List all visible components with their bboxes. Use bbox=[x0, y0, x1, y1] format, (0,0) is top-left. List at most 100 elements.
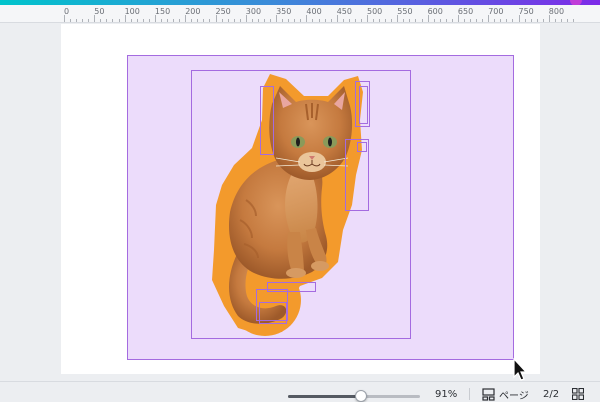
ruler-label: 250 bbox=[215, 7, 231, 16]
ruler-tick bbox=[191, 19, 193, 22]
ruler-tick bbox=[476, 19, 478, 22]
ruler-tick bbox=[536, 19, 538, 22]
zoom-slider-knob[interactable] bbox=[354, 390, 367, 402]
ruler-tick bbox=[324, 19, 326, 22]
ruler-tick bbox=[336, 15, 338, 22]
ruler-tick bbox=[167, 19, 169, 22]
ruler-label: 750 bbox=[518, 7, 534, 16]
pages-icon bbox=[482, 387, 495, 401]
ruler-label: 150 bbox=[154, 7, 171, 16]
ruler-tick bbox=[488, 15, 490, 22]
ruler-tick bbox=[64, 15, 65, 22]
ruler-tick bbox=[494, 19, 496, 22]
ruler-tick bbox=[203, 19, 205, 22]
ruler-tick bbox=[70, 19, 72, 22]
selection-frame-inner[interactable] bbox=[191, 70, 411, 339]
ruler-tick bbox=[542, 19, 544, 22]
ruler-tick bbox=[506, 19, 508, 22]
ruler-tick bbox=[88, 19, 90, 22]
ruler-label: 50 bbox=[94, 7, 105, 16]
ruler-tick bbox=[160, 19, 162, 22]
ruler-tick bbox=[130, 19, 132, 22]
ruler-tick bbox=[391, 19, 393, 22]
ruler-tick bbox=[330, 19, 332, 22]
selection-box-side-small[interactable] bbox=[357, 142, 367, 152]
ruler-label: 400 bbox=[306, 7, 322, 16]
ruler-tick bbox=[233, 19, 235, 22]
ruler-tick bbox=[100, 19, 102, 22]
ruler-tick bbox=[457, 15, 459, 22]
ruler-tick bbox=[142, 19, 144, 22]
ruler-tick bbox=[427, 15, 429, 22]
ruler-label: 550 bbox=[397, 7, 413, 16]
ruler-label: 350 bbox=[276, 7, 292, 16]
grid-view-icon[interactable] bbox=[572, 388, 584, 400]
ruler-label: 100 bbox=[124, 7, 140, 16]
ruler-tick bbox=[294, 19, 296, 22]
ruler-label: 650 bbox=[457, 7, 474, 16]
ruler-tick bbox=[439, 19, 441, 22]
ruler-tick bbox=[524, 19, 526, 22]
ruler-tick bbox=[148, 19, 150, 22]
ruler-tick bbox=[82, 19, 84, 22]
ruler-tick bbox=[239, 19, 241, 22]
ruler-tick bbox=[270, 19, 272, 22]
ruler-tick bbox=[379, 19, 381, 22]
horizontal-ruler: 0 50 100 150 200 250 300 350 400 450 500 550 600 650 7… bbox=[0, 5, 600, 23]
page-count[interactable]: 2/2 bbox=[543, 389, 559, 400]
ruler-tick bbox=[76, 19, 78, 22]
ruler-tick bbox=[518, 15, 520, 22]
ruler-tick bbox=[197, 19, 199, 22]
ruler-tick bbox=[154, 15, 156, 22]
ruler-tick bbox=[530, 19, 532, 22]
ruler-tick bbox=[282, 19, 284, 22]
ruler-tick bbox=[385, 19, 387, 22]
ruler-label: 300 bbox=[245, 7, 262, 16]
ruler-tick bbox=[288, 19, 290, 22]
ruler-tick bbox=[421, 19, 423, 22]
mouse-pointer-icon bbox=[513, 358, 528, 381]
ruler-tick bbox=[573, 19, 575, 22]
ruler-tick bbox=[403, 19, 405, 22]
ruler-label: 500 bbox=[367, 7, 383, 16]
ruler-tick bbox=[263, 19, 265, 22]
ruler-tick bbox=[257, 19, 259, 22]
ruler-tick bbox=[185, 15, 187, 22]
ruler-label: 800 bbox=[548, 7, 565, 16]
ruler-tick bbox=[354, 19, 356, 22]
pages-label: ページ bbox=[499, 390, 529, 402]
ruler-label: 600 bbox=[427, 7, 443, 16]
bottom-toolbar: 91% ページ 2/2 bbox=[0, 381, 600, 402]
ruler-tick bbox=[367, 15, 368, 22]
selection-box-ear-left[interactable] bbox=[260, 86, 274, 155]
ruler-tick bbox=[276, 15, 278, 22]
ruler-tick bbox=[348, 19, 350, 22]
zoom-slider-fill bbox=[288, 395, 361, 398]
ruler-tick bbox=[209, 19, 211, 22]
ruler-tick bbox=[118, 19, 120, 22]
ruler-tick bbox=[306, 15, 308, 22]
selection-box-ear-right-inner[interactable] bbox=[359, 86, 368, 124]
pages-button[interactable]: ページ bbox=[482, 387, 529, 402]
ruler-tick bbox=[179, 19, 181, 22]
ruler-tick bbox=[94, 15, 96, 22]
selection-box-tail-c[interactable] bbox=[259, 302, 287, 324]
ruler-tick bbox=[500, 19, 502, 22]
ruler-tick bbox=[470, 19, 472, 22]
ruler-tick bbox=[136, 19, 138, 22]
ruler-tick bbox=[548, 15, 550, 22]
zoom-percentage[interactable]: 91% bbox=[435, 389, 457, 400]
ruler-tick bbox=[312, 19, 314, 22]
ruler-tick bbox=[215, 15, 217, 22]
ruler-tick bbox=[221, 19, 223, 22]
ruler-tick bbox=[360, 19, 362, 22]
toolbar-divider bbox=[469, 388, 470, 400]
ruler-tick bbox=[415, 19, 417, 22]
ruler-tick bbox=[397, 15, 399, 22]
ruler-tick bbox=[124, 15, 126, 22]
ruler-label: 700 bbox=[488, 7, 504, 16]
ruler-tick bbox=[251, 19, 253, 22]
ruler-tick bbox=[560, 19, 562, 22]
ruler-tick bbox=[512, 19, 514, 22]
ruler-tick bbox=[445, 19, 447, 22]
